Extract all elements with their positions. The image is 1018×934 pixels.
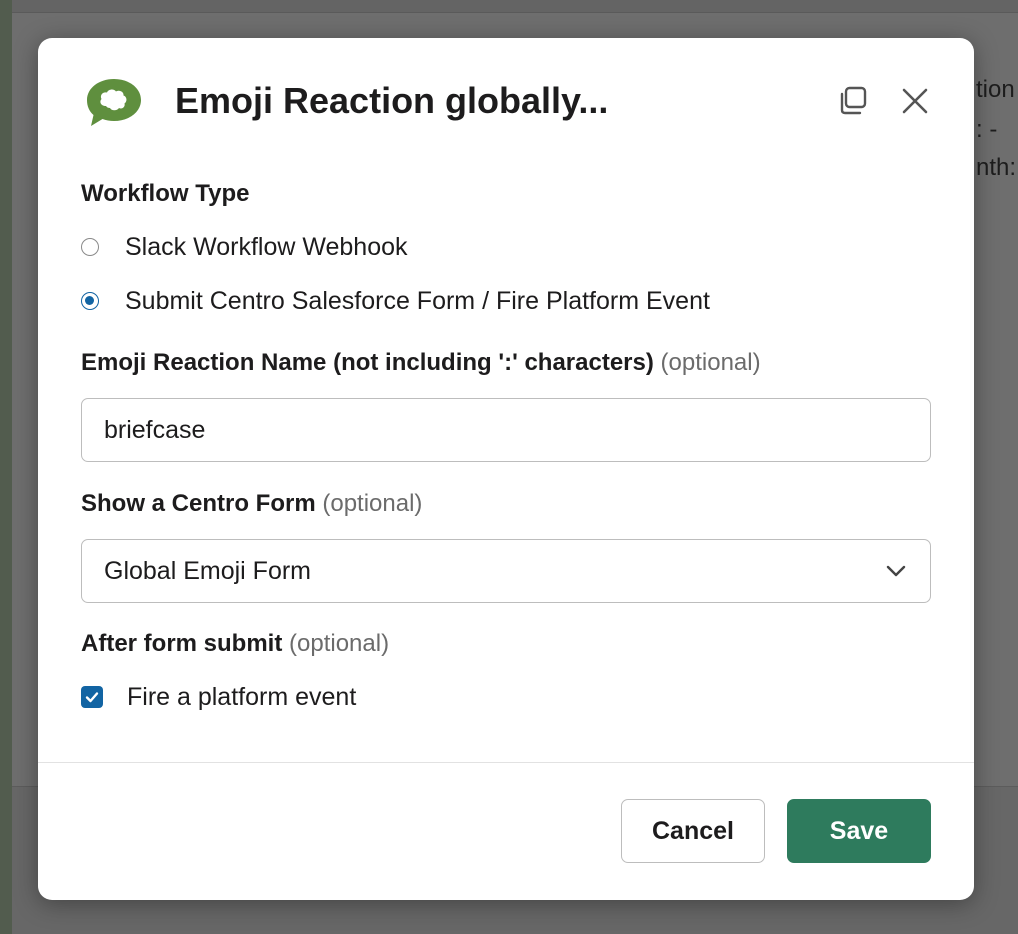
fire-platform-event-checkbox[interactable]	[81, 686, 103, 708]
emoji-name-input[interactable]	[81, 398, 931, 462]
close-icon[interactable]	[898, 84, 932, 118]
optional-hint: (optional)	[289, 630, 390, 657]
save-button[interactable]: Save	[787, 799, 931, 863]
centro-form-selected-value: Global Emoji Form	[104, 556, 311, 585]
copy-icon[interactable]	[836, 84, 870, 118]
footer-divider	[38, 762, 974, 763]
cancel-button[interactable]: Cancel	[621, 799, 765, 863]
background-topbar	[12, 0, 1018, 13]
centro-form-select[interactable]: Global Emoji Form	[81, 539, 931, 603]
background-text-fragment: nth:	[976, 154, 1017, 181]
centro-chat-bubble-icon	[87, 79, 141, 126]
chevron-down-icon	[886, 565, 906, 577]
modal-title: Emoji Reaction globally...	[175, 80, 609, 121]
radio-button-checked[interactable]	[81, 292, 99, 310]
centro-form-label-text: Show a Centro Form	[81, 490, 316, 517]
workflow-modal: Emoji Reaction globally... Workflow Type…	[38, 38, 974, 900]
workflow-type-label: Workflow Type	[81, 180, 250, 207]
radio-button-unchecked[interactable]	[81, 238, 99, 256]
background-text-fragment: tion	[976, 76, 1015, 103]
optional-hint: (optional)	[322, 490, 423, 517]
fire-platform-event-checkbox-row[interactable]: Fire a platform event	[81, 682, 356, 712]
background-text-fragment: : -	[976, 116, 998, 143]
radio-submit-centro-form[interactable]: Submit Centro Salesforce Form / Fire Pla…	[81, 286, 710, 316]
radio-slack-workflow-webhook[interactable]: Slack Workflow Webhook	[81, 232, 408, 262]
optional-hint: (optional)	[660, 349, 761, 376]
background-sidebar-strip	[0, 0, 12, 934]
after-submit-label: After form submit (optional)	[81, 630, 389, 658]
after-submit-label-text: After form submit	[81, 630, 283, 657]
centro-form-label: Show a Centro Form (optional)	[81, 490, 422, 518]
checkbox-label: Fire a platform event	[127, 682, 357, 711]
checkmark-icon	[85, 692, 99, 703]
emoji-name-label: Emoji Reaction Name (not including ':' c…	[81, 349, 761, 377]
emoji-name-label-text: Emoji Reaction Name (not including ':' c…	[81, 349, 654, 376]
radio-label: Submit Centro Salesforce Form / Fire Pla…	[125, 286, 710, 315]
radio-label: Slack Workflow Webhook	[125, 232, 408, 261]
